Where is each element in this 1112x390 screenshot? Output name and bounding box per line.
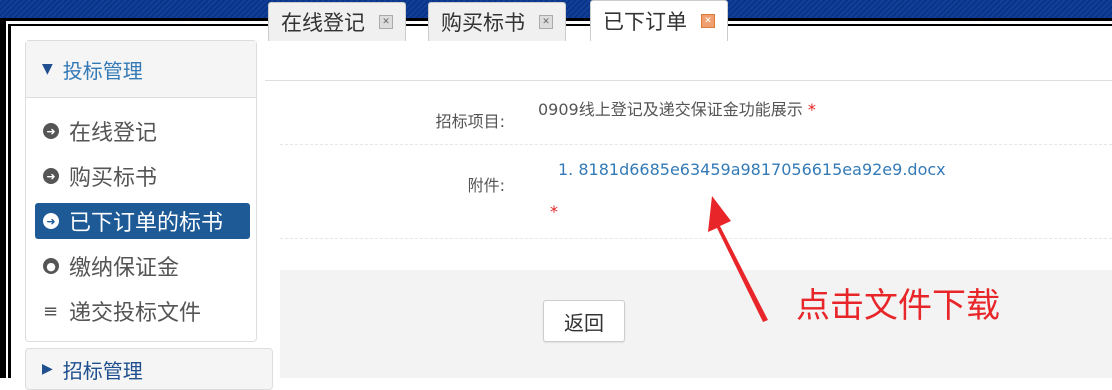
sidebar-item-buy-docs[interactable]: ➜ 购买标书: [35, 158, 250, 194]
list-icon: ≡: [43, 300, 59, 322]
tab-label: 购买标书: [441, 11, 525, 35]
back-button[interactable]: 返回: [543, 300, 625, 342]
attachment-download-link[interactable]: 1. 8181d6685e63459a9817056615ea92e9.docx: [558, 160, 946, 179]
tab-buy-docs[interactable]: 购买标书 ✕: [428, 2, 566, 41]
tab-underline: [265, 80, 1112, 81]
sidebar-item-label: 已下订单的标书: [69, 211, 224, 236]
chevron-right-icon: ▶: [42, 361, 53, 377]
project-value-row: 0909线上登记及递交保证金功能展示 *: [538, 96, 816, 120]
tab-ordered[interactable]: 已下订单 ✕: [590, 0, 728, 41]
required-mark: *: [807, 100, 816, 119]
row-separator: [280, 144, 1112, 146]
close-icon[interactable]: ✕: [539, 15, 553, 29]
frame-border-inner-left: [8, 24, 11, 378]
sidebar-item-pay-deposit[interactable]: ● 缴纳保证金: [35, 248, 250, 284]
close-icon[interactable]: ✕: [379, 15, 393, 29]
sidebar-section-label: 招标管理: [62, 358, 143, 383]
sidebar-item-label: 在线登记: [69, 121, 158, 146]
sidebar-header-label: 投标管理: [62, 58, 143, 83]
sidebar-panel: ▼ 投标管理 ➜ 在线登记 ➜ 购买标书 ➜ 已下订单的标书 ● 缴纳保证金 ≡…: [25, 40, 257, 342]
project-label: 招标项目:: [435, 112, 505, 131]
required-mark: *: [550, 202, 558, 221]
sidebar-item-ordered-docs[interactable]: ➜ 已下订单的标书: [35, 203, 250, 239]
sidebar-item-label: 缴纳保证金: [69, 256, 180, 281]
globe-icon: ●: [43, 258, 59, 274]
close-icon[interactable]: ✕: [701, 14, 715, 28]
sidebar-item-label: 购买标书: [69, 166, 158, 191]
frame-border-left: [0, 18, 6, 378]
arrow-circle-right-icon: ➜: [43, 168, 59, 184]
sidebar-item-submit-bid[interactable]: ≡ 递交投标文件: [35, 293, 250, 329]
sidebar-header[interactable]: ▼ 投标管理: [26, 41, 256, 98]
annotation-text: 点击文件下载: [796, 286, 1000, 326]
arrow-circle-right-icon: ➜: [43, 123, 59, 139]
sidebar-section-tender[interactable]: ▶ 招标管理: [25, 348, 273, 390]
chevron-down-icon: ▼: [42, 61, 53, 77]
attachment-label: 附件:: [467, 176, 505, 195]
arrow-circle-right-icon: ➜: [43, 213, 59, 229]
tab-label: 已下订单: [603, 10, 687, 34]
tab-online-register[interactable]: 在线登记 ✕: [268, 2, 406, 41]
sidebar-item-label: 递交投标文件: [69, 301, 202, 326]
project-value: 0909线上登记及递交保证金功能展示: [538, 100, 803, 119]
annotation-arrow-icon: [708, 196, 768, 322]
tab-label: 在线登记: [281, 11, 365, 35]
sidebar-item-online-register[interactable]: ➜ 在线登记: [35, 113, 250, 149]
